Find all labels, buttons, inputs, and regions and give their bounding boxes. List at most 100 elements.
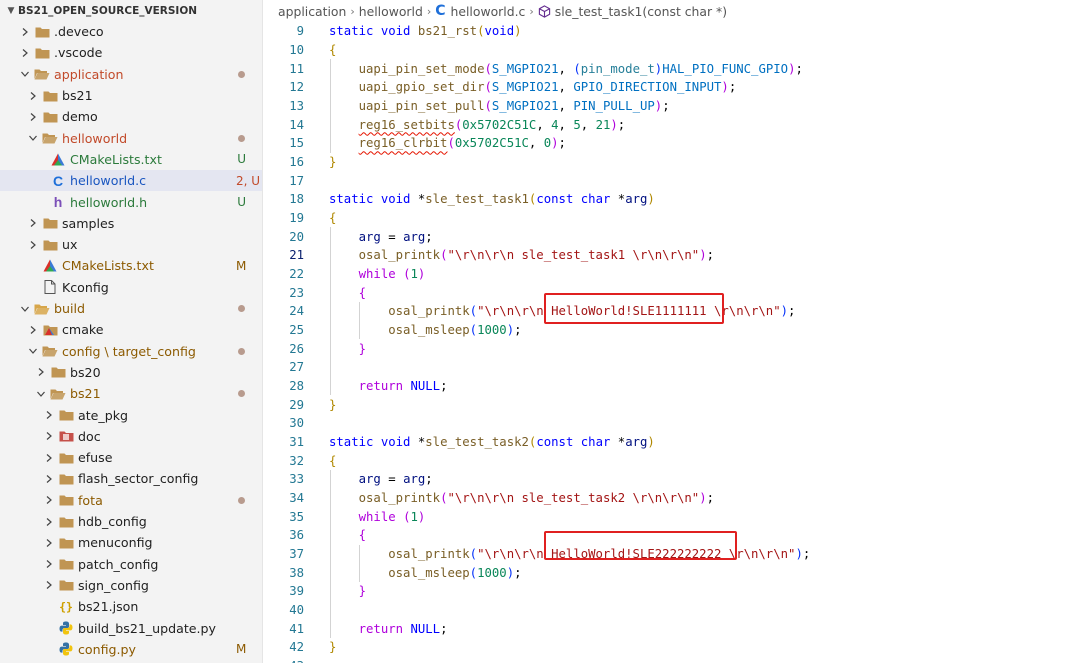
tree-item-flash-sector[interactable]: flash_sector_config: [0, 468, 262, 489]
code-line[interactable]: 34 osal_printk("\r\n\r\n sle_test_task2 …: [263, 489, 1080, 508]
line-number: 40: [289, 603, 304, 618]
breadcrumb-file[interactable]: helloworld.c: [451, 4, 526, 19]
chevron-right-icon[interactable]: [26, 89, 40, 103]
explorer-root-header[interactable]: ▼ BS21_OPEN_SOURCE_VERSION: [0, 0, 262, 21]
cmake-icon: [50, 152, 66, 166]
tree-item-cmakelists-app[interactable]: CMakeLists.txt M: [0, 255, 262, 276]
tree-item-config-py[interactable]: config.py M: [0, 639, 262, 660]
folder-icon: [34, 46, 50, 60]
chevron-right-icon[interactable]: [42, 536, 56, 550]
chevron-down-icon[interactable]: [34, 387, 48, 401]
line-number: 15: [289, 136, 304, 151]
code-line[interactable]: 40: [263, 601, 1080, 620]
tree-item-bs21-json[interactable]: {} bs21.json: [0, 596, 262, 617]
code-line[interactable]: 42}: [263, 638, 1080, 657]
tree-item-patch-config[interactable]: patch_config: [0, 554, 262, 575]
code-line[interactable]: 41 return NULL;: [263, 619, 1080, 638]
code-line[interactable]: 38 osal_msleep(1000);: [263, 563, 1080, 582]
chevron-right-icon[interactable]: [26, 238, 40, 252]
code-line[interactable]: 20 arg = arg;: [263, 227, 1080, 246]
code-line[interactable]: 11 uapi_pin_set_mode(S_MGPIO21, (pin_mod…: [263, 59, 1080, 78]
tree-item-config-target[interactable]: config \ target_config: [0, 341, 262, 362]
chevron-down-icon[interactable]: [26, 131, 40, 145]
tree-item-sign-config[interactable]: sign_config: [0, 575, 262, 596]
tree-item-fota[interactable]: fota: [0, 490, 262, 511]
tree-item-build[interactable]: build: [0, 298, 262, 319]
tree-item-application[interactable]: application: [0, 64, 262, 85]
tree-item-deveco_display[interactable]: .deveco: [0, 21, 262, 42]
chevron-right-icon[interactable]: [26, 216, 40, 230]
chevron-down-icon[interactable]: [26, 344, 40, 358]
code-line[interactable]: 35 while (1): [263, 507, 1080, 526]
breadcrumb-symbol[interactable]: sle_test_task1(const char *): [555, 4, 727, 19]
line-number: 33: [289, 472, 304, 487]
code-line[interactable]: 26 }: [263, 339, 1080, 358]
code-text: osal_printk("\r\n\r\n sle_test_task2 \r\…: [358, 491, 714, 506]
code-line[interactable]: 18 static void *sle_test_task1(const char…: [263, 190, 1080, 209]
code-line[interactable]: 28 return NULL;: [263, 377, 1080, 396]
code-line[interactable]: 14 reg16_setbits(0x5702C51C, 4, 5, 21);: [263, 115, 1080, 134]
tree-item-label: Kconfig: [62, 279, 109, 295]
tree-item-helloworld-c[interactable]: Chelloworld.c 2, U: [0, 170, 262, 192]
code-line[interactable]: 13 uapi_pin_set_pull(S_MGPIO21, PIN_PULL…: [263, 97, 1080, 116]
chevron-right-icon[interactable]: [42, 429, 56, 443]
tree-item-build-update-py[interactable]: build_bs21_update.py: [0, 617, 262, 638]
tree-item-doc[interactable]: doc: [0, 426, 262, 447]
chevron-down-icon[interactable]: [18, 302, 32, 316]
chevron-right-icon: ›: [529, 4, 534, 18]
line-number: 34: [289, 491, 304, 506]
chevron-right-icon[interactable]: [42, 515, 56, 529]
chevron-right-icon[interactable]: [42, 451, 56, 465]
tree-item-kconfig[interactable]: Kconfig: [0, 277, 262, 298]
code-line[interactable]: 12 uapi_gpio_set_dir(S_MGPIO21, GPIO_DIR…: [263, 78, 1080, 97]
code-line[interactable]: 15 reg16_clrbit(0x5702C51C, 0);: [263, 134, 1080, 153]
tree-item-bs21-cfg[interactable]: bs21: [0, 383, 262, 404]
code-line[interactable]: 31 static void *sle_test_task2(const char…: [263, 433, 1080, 452]
tree-item-hdb-config[interactable]: hdb_config: [0, 511, 262, 532]
code-line[interactable]: 22 while (1): [263, 265, 1080, 284]
code-line[interactable]: 27: [263, 358, 1080, 377]
code-line[interactable]: 32 {: [263, 451, 1080, 470]
tree-item-helloworld[interactable]: helloworld: [0, 128, 262, 149]
code-line[interactable]: 16}: [263, 153, 1080, 172]
tree-item-helloworld-h[interactable]: h helloworld.h U: [0, 191, 262, 212]
chevron-right-icon[interactable]: [42, 472, 56, 486]
tree-item-samples[interactable]: samples: [0, 213, 262, 234]
code-line[interactable]: 9 static void bs21_rst(void): [263, 22, 1080, 41]
chevron-right-icon[interactable]: [42, 557, 56, 571]
tree-item-efuse[interactable]: efuse: [0, 447, 262, 468]
folder-open-icon: [50, 387, 66, 401]
code-line[interactable]: 21 osal_printk("\r\n\r\n sle_test_task1 …: [263, 246, 1080, 265]
chevron-right-icon[interactable]: [42, 578, 56, 592]
tree-item-bs20[interactable]: bs20: [0, 362, 262, 383]
code-line[interactable]: 19 {: [263, 209, 1080, 228]
chevron-right-icon[interactable]: [42, 408, 56, 422]
tree-item-cmake[interactable]: cmake: [0, 319, 262, 340]
code-line[interactable]: 43: [263, 657, 1080, 663]
code-line[interactable]: 10 {: [263, 41, 1080, 60]
code-editor[interactable]: application › helloworld › C helloworld.…: [263, 0, 1080, 663]
tree-item-ate-pkg[interactable]: ate_pkg: [0, 404, 262, 425]
chevron-down-icon[interactable]: [18, 67, 32, 81]
tree-item-demo[interactable]: demo: [0, 106, 262, 127]
tree-item-vscode[interactable]: .vscode: [0, 42, 262, 63]
chevron-right-icon[interactable]: [18, 25, 32, 39]
chevron-right-icon[interactable]: [18, 46, 32, 60]
code-line[interactable]: 39 }: [263, 582, 1080, 601]
breadcrumb-application[interactable]: application: [278, 4, 346, 19]
tree-item-label: menuconfig: [78, 535, 153, 551]
code-line[interactable]: 33 arg = arg;: [263, 470, 1080, 489]
code-line[interactable]: 17: [263, 171, 1080, 190]
chevron-right-icon[interactable]: [26, 323, 40, 337]
tree-item-bs21[interactable]: bs21: [0, 85, 262, 106]
breadcrumb-helloworld[interactable]: helloworld: [359, 4, 423, 19]
code-line[interactable]: 29}: [263, 395, 1080, 414]
tree-item-cmakelists-hw[interactable]: CMakeLists.txt U: [0, 149, 262, 170]
tree-item-label: sign_config: [78, 577, 149, 593]
tree-item-ux[interactable]: ux: [0, 234, 262, 255]
tree-item-menuconfig[interactable]: menuconfig: [0, 532, 262, 553]
chevron-right-icon[interactable]: [26, 110, 40, 124]
code-line[interactable]: 30: [263, 414, 1080, 433]
chevron-right-icon[interactable]: [34, 365, 48, 379]
chevron-right-icon[interactable]: [42, 493, 56, 507]
